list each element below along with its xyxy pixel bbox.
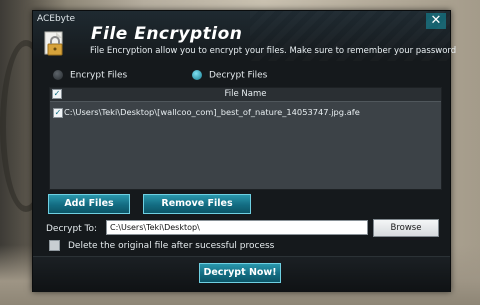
remove-files-button[interactable]: Remove Files (143, 194, 251, 214)
decrypt-now-button[interactable]: Decrypt Now! (199, 263, 281, 283)
radio-encrypt-files[interactable]: Encrypt Files (53, 70, 127, 81)
lock-file-icon (44, 31, 63, 56)
close-icon: ✕ (430, 13, 442, 28)
radio-encrypt-label: Encrypt Files (70, 70, 128, 81)
delete-original-label: Delete the original file after sucessful… (68, 241, 275, 251)
file-encryption-dialog: ACEbyte File Encryption File Encryption … (32, 10, 456, 292)
dialog-footer: Decrypt Now! (33, 256, 450, 292)
decrypt-to-label: Decrypt To: (46, 224, 98, 234)
brand-label: ACEbyte (37, 14, 76, 24)
add-files-button[interactable]: Add Files (48, 194, 130, 214)
dialog-title: File Encryption (91, 24, 243, 44)
file-list-header: ✓ File Name (50, 88, 441, 102)
radio-unselected-icon (53, 70, 63, 80)
dialog-header: ACEbyte File Encryption File Encryption … (33, 11, 456, 61)
close-button[interactable]: ✕ (426, 13, 446, 29)
browse-button[interactable]: Browse (373, 219, 439, 237)
file-list-panel[interactable]: ✓ File Name ✓ C:\Users\Teki\Desktop\[wal… (49, 87, 442, 190)
radio-decrypt-label: Decrypt Files (209, 70, 268, 81)
file-row-checkbox[interactable]: ✓ (53, 108, 63, 118)
delete-original-option[interactable]: Delete the original file after sucessful… (49, 240, 274, 251)
column-header-file-name[interactable]: File Name (50, 89, 441, 99)
file-row-name[interactable]: C:\Users\Teki\Desktop\[wallcoo_com]_best… (64, 107, 360, 117)
radio-decrypt-files[interactable]: Decrypt Files (192, 70, 267, 81)
delete-original-checkbox[interactable] (49, 240, 60, 251)
radio-selected-icon (192, 70, 202, 80)
dialog-subtitle: File Encryption allow you to encrypt you… (90, 46, 457, 56)
destination-path-input[interactable]: C:\Users\Teki\Desktop\ (106, 220, 368, 235)
